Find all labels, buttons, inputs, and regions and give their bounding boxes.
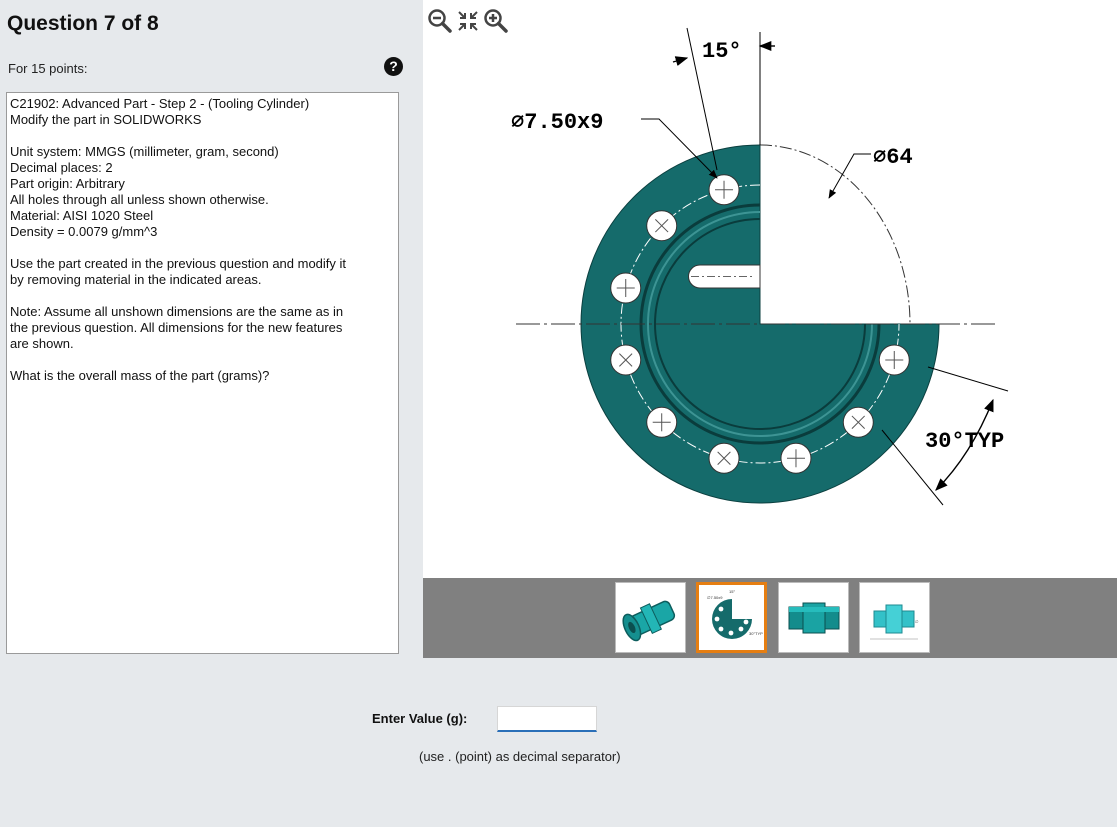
desc-line: Modify the part in SOLIDWORKS bbox=[10, 112, 202, 127]
bolt-hole bbox=[610, 272, 642, 304]
svg-text:∅: ∅ bbox=[915, 619, 919, 624]
bolt-hole bbox=[646, 210, 678, 242]
circle-dimension-label: ∅64 bbox=[873, 145, 913, 170]
question-description: C21902: Advanced Part - Step 2 - (Toolin… bbox=[6, 92, 399, 654]
desc-line: by removing material in the indicated ar… bbox=[10, 272, 262, 287]
desc-line: are shown. bbox=[10, 336, 74, 351]
bolt-hole bbox=[646, 406, 678, 438]
desc-line: All holes through all unless shown other… bbox=[10, 192, 269, 207]
desc-line: the previous question. All dimensions fo… bbox=[10, 320, 343, 335]
desc-line: C21902: Advanced Part - Step 2 - (Toolin… bbox=[10, 96, 310, 111]
question-title: Question 7 of 8 bbox=[7, 12, 159, 35]
bolt-hole bbox=[610, 344, 642, 376]
bolt-hole bbox=[708, 174, 740, 206]
bolt-hole bbox=[780, 442, 812, 474]
answer-label: Enter Value (g): bbox=[372, 711, 468, 726]
help-icon[interactable]: ? bbox=[384, 57, 403, 76]
part-drawing: 15° ∅7.50x9 ∅64 30°TYP bbox=[511, 27, 1009, 506]
desc-line: Unit system: MMGS (millimeter, gram, sec… bbox=[10, 144, 279, 159]
answer-input[interactable] bbox=[497, 706, 597, 732]
angle-dimension-label: 15° bbox=[702, 39, 742, 64]
isometric-view-thumbnail[interactable] bbox=[615, 582, 686, 653]
bolt-hole bbox=[708, 442, 740, 474]
desc-line: Part origin: Arbitrary bbox=[10, 176, 125, 191]
image-viewer[interactable]: 15° ∅7.50x9 ∅64 30°TYP bbox=[423, 0, 1117, 578]
desc-line: Material: AISI 1020 Steel bbox=[10, 208, 154, 223]
desc-line: Density = 0.0079 g/mm^3 bbox=[10, 224, 158, 239]
bolt-hole bbox=[842, 406, 874, 438]
points-label: For 15 points: bbox=[8, 61, 88, 76]
svg-text:30°TYP: 30°TYP bbox=[749, 631, 763, 636]
svg-text:15°: 15° bbox=[729, 589, 735, 594]
decimal-hint: (use . (point) as decimal separator) bbox=[419, 749, 621, 764]
front-view-thumbnail[interactable]: ∅7.50x9 15° 30°TYP bbox=[696, 582, 767, 653]
detail-view-thumbnail[interactable]: ∅ bbox=[859, 582, 930, 653]
thumbnail-strip: ∅7.50x9 15° 30°TYP ∅ bbox=[423, 578, 1117, 658]
bolt-hole bbox=[878, 344, 910, 376]
desc-line: Note: Assume all unshown dimensions are … bbox=[10, 304, 344, 319]
desc-line: Decimal places: 2 bbox=[10, 160, 113, 175]
side-view-thumbnail[interactable] bbox=[778, 582, 849, 653]
hole-dimension-label: ∅7.50x9 bbox=[511, 110, 603, 135]
svg-text:∅7.50x9: ∅7.50x9 bbox=[707, 595, 723, 600]
desc-line: What is the overall mass of the part (gr… bbox=[10, 368, 270, 383]
typ-angle-label: 30°TYP bbox=[925, 429, 1004, 454]
desc-line: Use the part created in the previous que… bbox=[10, 256, 347, 271]
